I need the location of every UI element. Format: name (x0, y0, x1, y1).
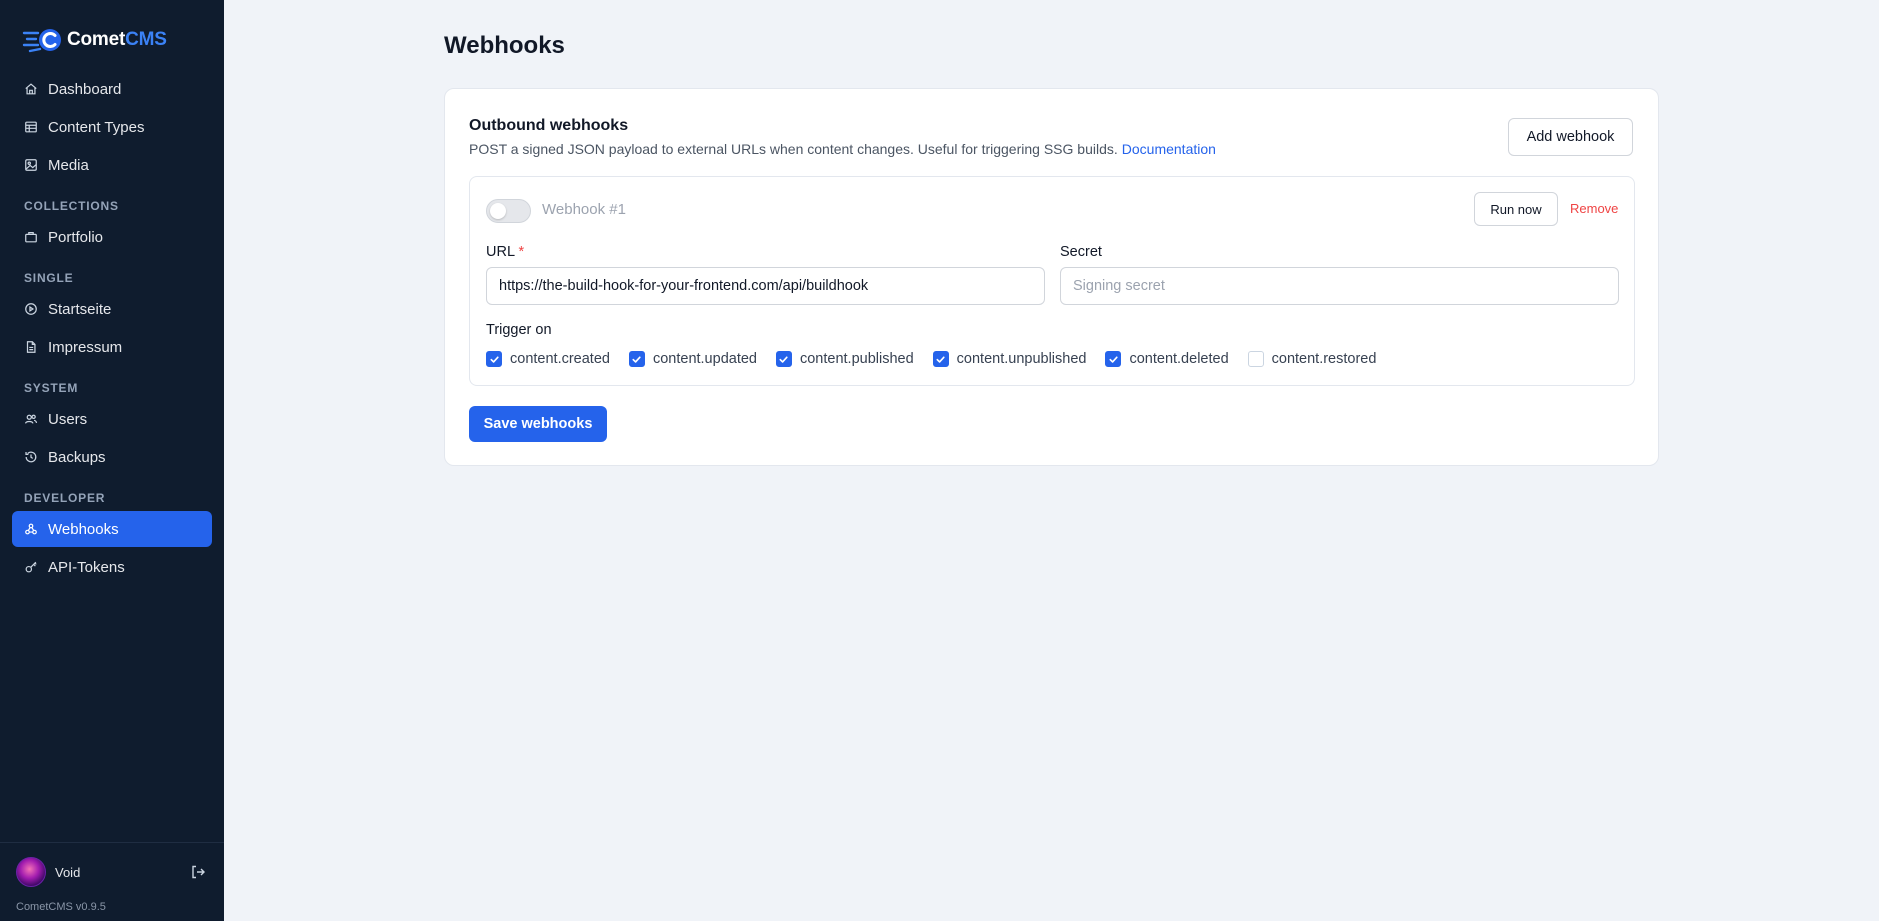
sidebar-item-label: API-Tokens (48, 558, 125, 576)
sidebar-item-label: Webhooks (48, 520, 119, 538)
sidebar-item-users[interactable]: Users (12, 401, 212, 437)
sidebar-item-content-types[interactable]: Content Types (12, 109, 212, 145)
comet-logo-icon (22, 29, 61, 53)
table-icon (24, 120, 38, 134)
event-content-updated[interactable]: content.updated (628, 351, 757, 367)
sidebar-item-label: Backups (48, 448, 106, 466)
documentation-link[interactable]: Documentation (1122, 141, 1216, 157)
check-icon (632, 355, 642, 363)
sidebar-nav: Dashboard Content Types Media COLLECTION… (12, 71, 212, 587)
event-content-deleted[interactable]: content.deleted (1105, 351, 1229, 367)
webhook-icon (24, 522, 38, 536)
user-row: Void (16, 857, 206, 887)
url-input[interactable] (486, 267, 1045, 305)
circle-play-icon (24, 302, 38, 316)
webhook-item: Webhook #1 Run now Remove URL * Secret T… (469, 176, 1635, 386)
home-icon (24, 82, 38, 96)
sidebar-item-label: Portfolio (48, 228, 104, 246)
url-label: URL * (486, 244, 525, 260)
event-content-published[interactable]: content.published (775, 351, 914, 367)
sidebar-item-impressum[interactable]: Impressum (12, 329, 212, 365)
toggle-knob (490, 203, 506, 219)
sidebar-item-label: Media (48, 156, 89, 174)
webhook-enabled-toggle[interactable] (486, 199, 531, 223)
description-text: POST a signed JSON payload to external U… (469, 141, 1118, 157)
sidebar-item-label: Impressum (48, 338, 123, 356)
event-content-unpublished[interactable]: content.unpublished (932, 351, 1086, 367)
sidebar: CometCMS Dashboard Content Types Media C… (0, 0, 224, 921)
page-title: Webhooks (444, 32, 565, 59)
sidebar-item-label: Dashboard (48, 80, 122, 98)
sidebar-item-api-tokens[interactable]: API-Tokens (12, 549, 212, 585)
sidebar-item-dashboard[interactable]: Dashboard (12, 71, 212, 107)
add-webhook-button[interactable]: Add webhook (1508, 118, 1633, 156)
check-icon (936, 355, 945, 363)
key-icon (24, 560, 38, 574)
webhook-name: Webhook #1 (542, 201, 626, 218)
checkbox[interactable] (775, 351, 792, 367)
check-icon (489, 355, 499, 363)
brand-logo[interactable]: CometCMS (22, 24, 167, 56)
brand-name: CometCMS (67, 29, 167, 50)
event-content-restored[interactable]: content.restored (1247, 351, 1376, 367)
sidebar-item-portfolio[interactable]: Portfolio (12, 219, 212, 255)
save-webhooks-button[interactable]: Save webhooks (469, 406, 607, 442)
required-mark: * (518, 244, 525, 260)
trigger-events: content.created content.updated content.… (486, 349, 1395, 369)
secret-input[interactable] (1060, 267, 1619, 305)
section-single: SINGLE (24, 271, 74, 285)
images-icon (24, 158, 38, 172)
section-system: SYSTEM (24, 381, 79, 395)
checkbox[interactable] (1105, 351, 1122, 367)
checkbox[interactable] (1247, 351, 1264, 367)
section-developer: DEVELOPER (24, 491, 106, 505)
remove-webhook-link[interactable]: Remove (1570, 201, 1618, 216)
sidebar-item-label: Users (48, 410, 88, 428)
run-now-button[interactable]: Run now (1474, 192, 1558, 226)
sidebar-item-label: Content Types (48, 118, 145, 136)
history-icon (24, 450, 38, 464)
check-icon (779, 355, 789, 363)
check-icon (1109, 355, 1118, 363)
secret-label: Secret (1060, 244, 1102, 260)
webhooks-card: Outbound webhooks POST a signed JSON pay… (444, 88, 1659, 466)
checkbox[interactable] (932, 351, 949, 367)
sidebar-item-backups[interactable]: Backups (12, 439, 212, 475)
file-icon (24, 340, 38, 354)
app-version: CometCMS v0.9.5 (16, 901, 106, 913)
sidebar-item-startseite[interactable]: Startseite (12, 291, 212, 327)
briefcase-icon (24, 230, 38, 244)
trigger-label: Trigger on (486, 322, 552, 338)
avatar[interactable] (16, 857, 46, 887)
sidebar-item-webhooks[interactable]: Webhooks (12, 511, 212, 547)
event-content-created[interactable]: content.created (486, 351, 610, 367)
sidebar-item-label: Startseite (48, 300, 112, 318)
user-name: Void (55, 864, 81, 880)
users-icon (24, 412, 38, 426)
card-title: Outbound webhooks (469, 117, 629, 134)
sidebar-item-media[interactable]: Media (12, 147, 212, 183)
logout-icon[interactable] (190, 864, 206, 880)
section-collections: COLLECTIONS (24, 199, 119, 213)
card-description: POST a signed JSON payload to external U… (469, 141, 1216, 157)
checkbox[interactable] (628, 351, 645, 367)
sidebar-footer: Void CometCMS v0.9.5 (0, 842, 224, 921)
checkbox[interactable] (486, 351, 502, 367)
